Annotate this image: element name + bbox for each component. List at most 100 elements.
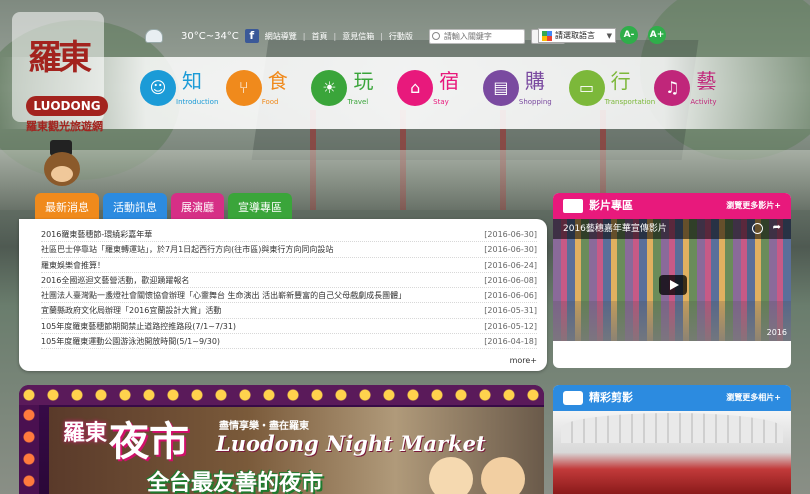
news-item[interactable]: 宜蘭縣政府文化局辦理「2016宜蘭設計大賞」活動 [2016-05-31] [41,303,537,319]
news-date: [2016-05-12] [484,321,537,331]
nav-item-transportation[interactable]: ▭ 行 Transportation [568,68,656,112]
site-logo[interactable]: 羅東 LUODONG 羅東觀光旅遊網 [12,12,108,133]
featured-photo[interactable] [553,411,791,494]
kid-illustration [481,457,525,494]
nav-label-en: Shopping [518,98,552,106]
play-button[interactable] [659,275,687,295]
photo-panel: 精彩剪影 瀏覽更多相片+ [553,385,791,494]
nav-item-stay[interactable]: ⌂ 宿 Stay [397,68,483,112]
light-bulbs-decoration [19,385,544,405]
news-more-link[interactable]: more+ [510,356,537,365]
news-item[interactable]: 羅東娛樂會推算！ [2016-06-24] [41,258,537,273]
news-date: [2016-04-18] [484,337,537,347]
banner-english-title: Luodong Night Market [216,431,486,456]
google-translate-icon [542,31,552,41]
video-panel-header: 影片專區 瀏覽更多影片+ [553,193,791,219]
info-person-icon: ☺ [140,70,176,106]
tab-latest-news[interactable]: 最新消息 [35,193,99,221]
nav-label-en: Food [261,98,279,106]
logo-subtitle: 羅東觀光旅遊網 [26,120,103,133]
news-title: 社團法人臺灣點一盞燈社會關懷協會辦理「心靈舞台 生命演出 活出嶄新豐富的自己父母… [41,291,407,301]
tab-exhibition[interactable]: 展演廳 [171,193,224,221]
temperature: 30°C~34°C [181,30,239,42]
video-camera-icon [563,199,583,213]
sun-landscape-icon: ☀ [311,70,348,106]
language-select[interactable]: 請選取語言 ▼ [538,28,616,43]
utensils-icon: ⑂ [225,70,262,106]
nav-item-shopping[interactable]: ▤ 購 Shopping [482,68,569,112]
news-item[interactable]: 105年度羅東運動公園游泳池開放時間(5/1~9/30) [2016-04-18] [41,334,537,350]
font-smaller-button[interactable]: A- [620,26,638,44]
video-player[interactable]: 2016藝穗嘉年華宣傳影片 ➦ 2016 [553,219,791,341]
nav-label-en: Stay [433,98,449,106]
search-icon [431,31,440,40]
monkey-mascot [38,140,86,192]
more-videos-link[interactable]: 瀏覽更多影片+ [726,193,781,219]
logo-chinese: 羅東 [28,38,92,78]
dancer-icon: ♫ [654,70,691,106]
news-item[interactable]: 社團法人臺灣點一盞燈社會關懷協會辦理「心靈舞台 生命演出 活出嶄新豐富的自己父母… [41,288,537,304]
link-sitemap[interactable]: 網站導覽 [265,31,297,42]
facebook-icon[interactable]: f [244,29,259,43]
news-date: [2016-06-30] [484,230,537,239]
news-title: 羅東娛樂會推算！ [41,260,105,270]
banner-title-large: 夜市 [109,418,189,465]
logo-english: LUODONG [26,96,108,116]
watch-later-icon[interactable] [752,223,763,234]
bus-icon: ▭ [568,70,605,106]
banner-tagline: 盡情享樂・盡在羅東 [219,421,309,432]
news-item[interactable]: 2016羅東藝穗節-環繞彩嘉年華 [2016-06-30] [41,227,537,243]
link-mobile[interactable]: 行動版 [389,31,413,42]
nav-label-zh: 知 [182,69,202,93]
news-date: [2016-06-24] [484,260,537,270]
more-photos-link[interactable]: 瀏覽更多相片+ [726,385,781,411]
nav-item-introduction[interactable]: ☺ 知 Introduction [140,68,226,112]
news-item[interactable]: 2016全國巡迴文藝營活動，歡迎踴躍報名 [2016-06-08] [41,273,537,289]
link-separator: | [302,31,306,41]
camera-icon [563,391,583,405]
nav-label-zh: 藝 [696,69,717,93]
nav-label-zh: 食 [267,69,288,93]
kid-illustration [429,457,473,494]
banner-slogan: 全台最友善的夜市 [147,471,324,494]
language-select-value: 請選取語言 [555,31,595,40]
font-larger-button[interactable]: A+ [648,26,666,44]
nav-item-food[interactable]: ⑂ 食 Food [225,68,312,112]
news-tabs: 最新消息 活動訊息 展演廳 宣導專區 [35,193,292,221]
nav-label-zh: 購 [524,69,545,93]
news-item[interactable]: 105年度羅東藝穗節期間禁止道路控推路段(7/1~7/31) [2016-05-1… [41,319,537,335]
cloud-icon [145,29,163,43]
tent-roof [561,413,783,443]
news-item[interactable]: 社區巴士停靠站「羅東轉運站」，於7月1日起西行方向(往市區)與東行方向同向設站 [… [41,242,537,258]
nav-label-en: Introduction [176,98,219,106]
chevron-down-icon: ▼ [606,32,612,40]
nav-label-en: Activity [690,98,717,106]
news-date: [2016-06-08] [484,275,537,285]
news-date: [2016-06-06] [484,291,537,301]
tab-activities[interactable]: 活動訊息 [103,193,167,221]
house-icon: ⌂ [397,70,434,106]
top-bar: 30°C~34°C f 網站導覽 | 首頁 | 意見信箱 | 行動版 查詢 [145,26,565,46]
night-market-banner[interactable]: 羅東 夜市 盡情享樂・盡在羅東 Luodong Night Market 全台最… [19,385,544,494]
nav-label-zh: 玩 [353,69,374,93]
nav-item-travel[interactable]: ☀ 玩 Travel [311,68,397,112]
nav-label-en: Transportation [604,98,656,106]
main-nav: ☺ 知 Introduction ⑂ 食 Food ☀ 玩 Travel ⌂ 宿… [140,68,740,112]
video-year: 2016 [766,328,787,337]
nav-item-activity[interactable]: ♫ 藝 Activity [654,68,740,112]
news-title: 社區巴士停靠站「羅東轉運站」，於7月1日起西行方向(往市區)與東行方向同向設站 [41,245,334,255]
link-feedback[interactable]: 意見信箱 [342,31,374,42]
news-date: [2016-06-30] [484,245,537,255]
nav-label-zh: 行 [610,69,631,93]
news-title: 宜蘭縣政府文化局辦理「2016宜蘭設計大賞」活動 [41,306,222,316]
search-box [428,28,525,44]
news-title: 2016全國巡迴文藝營活動，歡迎踴躍報名 [41,275,190,285]
video-panel: 影片專區 瀏覽更多影片+ 2016藝穗嘉年華宣傳影片 ➦ 2016 [553,193,791,368]
tab-promotion[interactable]: 宣導專區 [228,193,292,221]
link-separator: | [380,31,383,41]
search-input[interactable] [428,28,525,44]
photo-panel-header: 精彩剪影 瀏覽更多相片+ [553,385,791,411]
link-home[interactable]: 首頁 [312,31,328,42]
news-title: 2016羅東藝穗節-環繞彩嘉年華 [41,230,153,239]
share-icon[interactable]: ➦ [773,222,781,233]
